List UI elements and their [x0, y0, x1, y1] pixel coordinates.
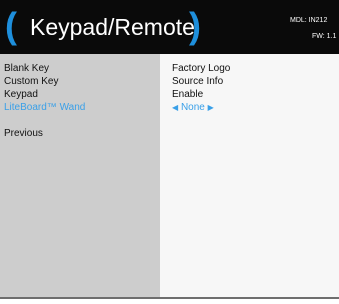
osd-menu-window: ( Keypad/Remote ) MDL: IN212 FW: 1.1 Bla…	[0, 0, 339, 304]
value-liteboard-wand: None	[180, 102, 205, 113]
value-custom-key: Source Info	[172, 76, 224, 87]
menu-item-previous[interactable]: Previous	[4, 127, 43, 140]
page-title: Keypad/Remote	[30, 14, 195, 40]
value-liteboard-wand-selector[interactable]: ◀ None ▶	[172, 101, 214, 114]
arrow-right-icon[interactable]: ▶	[208, 103, 214, 112]
menu-items-panel: Blank Key Custom Key Keypad LiteBoard™ W…	[0, 54, 160, 297]
value-keypad: Enable	[172, 89, 204, 100]
bottom-divider	[0, 297, 339, 299]
arrow-left-icon[interactable]: ◀	[172, 103, 178, 112]
value-blank-key: Factory Logo	[172, 63, 231, 74]
menu-values-panel: Factory Logo Source Info Enable ◀ None ▶	[160, 54, 339, 297]
menu-item-blank-key[interactable]: Blank Key	[4, 62, 49, 75]
menu-header: ( Keypad/Remote ) MDL: IN212 FW: 1.1	[0, 0, 339, 54]
model-label: MDL: IN212	[290, 17, 328, 24]
firmware-label: FW: 1.1	[312, 33, 337, 40]
menu-item-keypad[interactable]: Keypad	[4, 88, 38, 101]
menu-item-liteboard-wand[interactable]: LiteBoard™ Wand	[4, 101, 85, 114]
title-right-bracket: )	[189, 5, 201, 46]
menu-item-custom-key[interactable]: Custom Key	[4, 75, 58, 88]
title-left-bracket: (	[5, 5, 17, 46]
